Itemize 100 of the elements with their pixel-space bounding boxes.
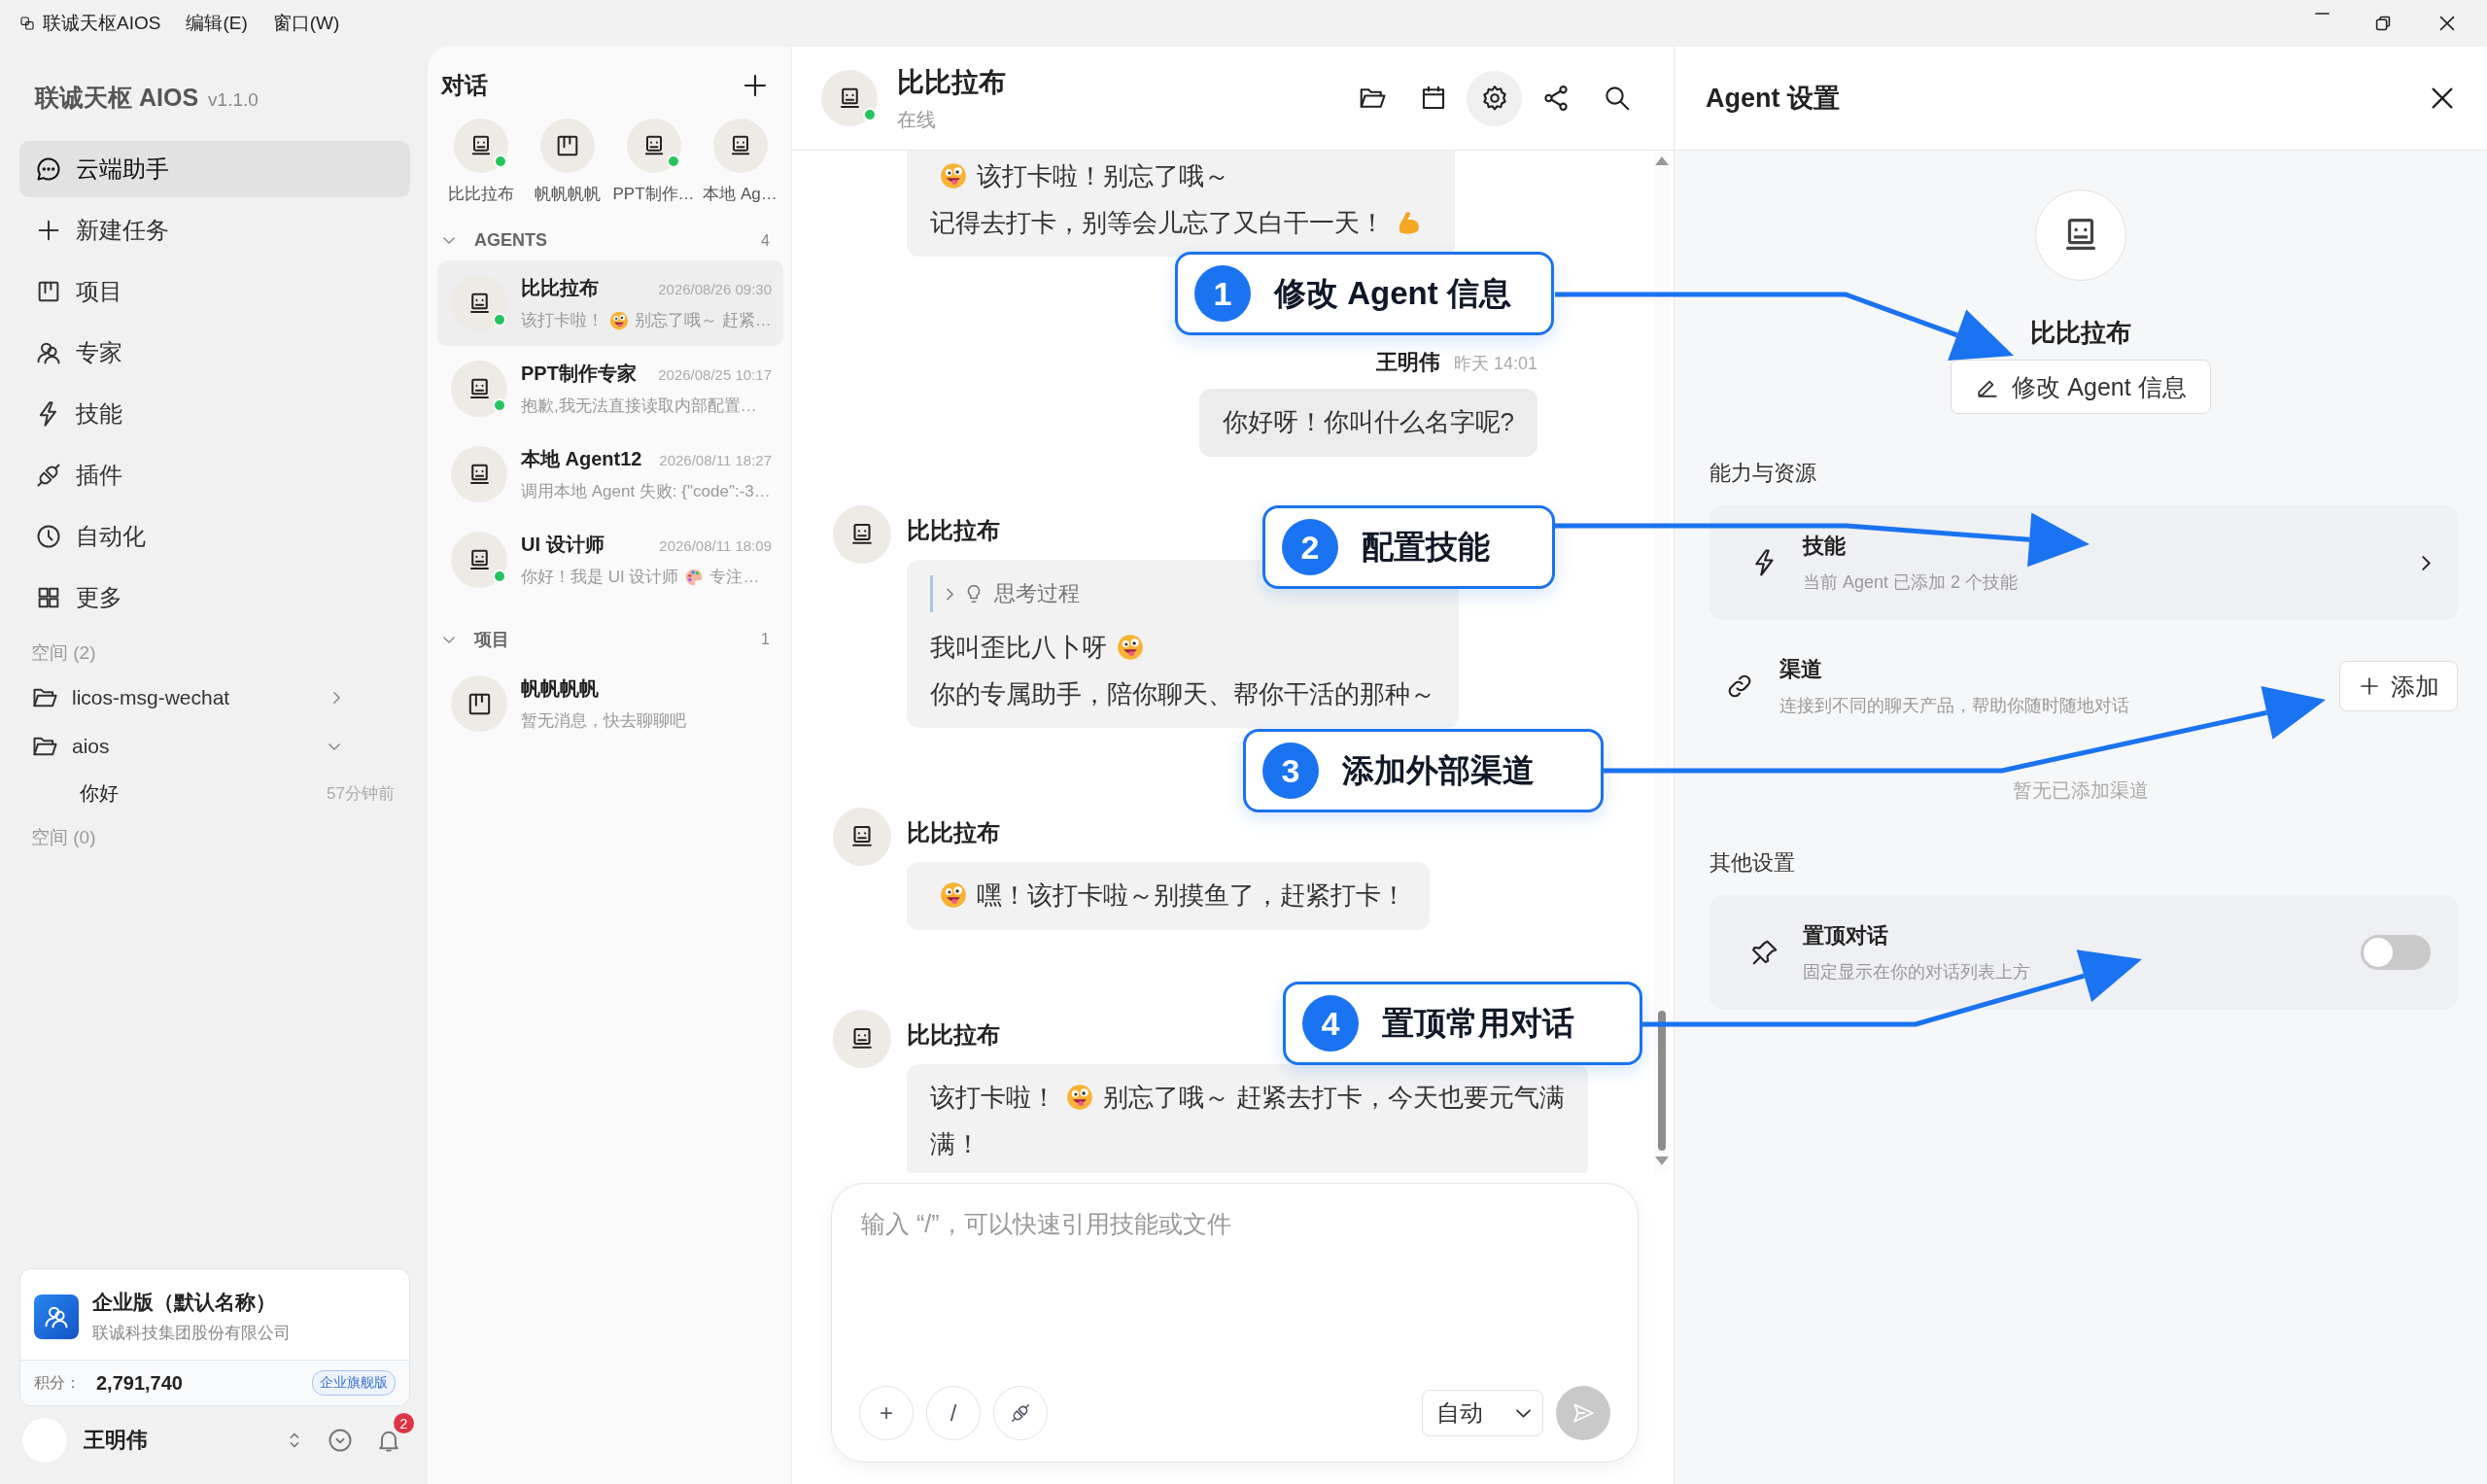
empty-message: 暂无已添加渠道: [2013, 778, 2149, 803]
plug-icon: [35, 462, 62, 489]
chat-icon: [35, 155, 62, 183]
nav-item[interactable]: 项目: [19, 263, 410, 320]
chat-title: 比比拉布: [897, 65, 1007, 99]
plan-tag: 企业旗舰版: [312, 1370, 396, 1396]
conversation-item[interactable]: 本地 Agent12 2026/08/11 18:27 调用本地 Agent 失败: {"code":-3…: [437, 431, 783, 517]
card-description: 连接到不同的聊天产品，帮助你随时随地对话: [1779, 695, 2130, 717]
step-badge: 2: [1282, 519, 1338, 575]
clock-icon: [35, 523, 62, 550]
folder-item[interactable]: aios: [19, 722, 410, 771]
nav-item[interactable]: 新建任务: [19, 202, 410, 259]
message-input[interactable]: 输入 “/”，可以快速引用技能或文件 + / 自动: [831, 1183, 1639, 1463]
card-title: 置顶对话: [1803, 922, 1889, 949]
app-logo-icon: [19, 16, 35, 31]
palette-icon: [684, 567, 705, 587]
company-name: 联诚科技集团股份有限公司: [92, 1323, 291, 1344]
conversation-name: UI 设计师: [521, 533, 604, 557]
points-label: 积分：: [34, 1372, 81, 1393]
conversation-name: 本地 Agent12: [521, 447, 642, 471]
group-heading[interactable]: 项目: [474, 628, 509, 651]
input-tool-button[interactable]: +: [859, 1386, 914, 1440]
card-title: 技能: [1803, 533, 1847, 560]
conversation-item[interactable]: PPT制作专家 2026/08/25 10:17 抱歉,我无法直接读取内部配置…: [437, 346, 783, 431]
chevron-icon: [947, 587, 953, 601]
org-name: 企业版（默认名称）: [92, 1290, 277, 1315]
avatar-label[interactable]: PPT制作…: [612, 183, 695, 205]
user-name: 王明伟: [84, 1427, 149, 1454]
callout-label: 添加外部渠道: [1342, 750, 1535, 790]
avatar-label[interactable]: 本地 Ag…: [703, 183, 777, 205]
message-text: 别忘了哦～ 赶紧去打卡，今天也要元气满: [1103, 1083, 1566, 1113]
folder-item[interactable]: licos-msg-wechat: [19, 673, 410, 722]
plug-icon: [1010, 1402, 1031, 1424]
card-description: 当前 Agent 已添加 2 个技能: [1803, 571, 2020, 594]
conversation-item[interactable]: UI 设计师 2026/08/11 18:09 你好！我是 UI 设计师 专注…: [437, 517, 783, 603]
pin-icon: [1750, 938, 1779, 967]
plus-icon: [2358, 674, 2381, 698]
card-description: 固定显示在你的对话列表上方: [1803, 961, 2031, 984]
message-text: 记得去打卡，别等会儿忘了又白干一天！: [930, 207, 1385, 237]
message-text: 嘿！该打卡啦～别摸鱼了，赶紧打卡！: [977, 880, 1406, 911]
menu-item[interactable]: 窗口(W): [272, 11, 340, 36]
conversation-name: 帆帆帆帆: [521, 676, 599, 701]
plugin-button[interactable]: [993, 1386, 1048, 1440]
message-preview: 该打卡啦！: [521, 310, 604, 331]
nav-item[interactable]: 更多: [19, 569, 410, 626]
scrollbar[interactable]: [1654, 151, 1670, 1173]
nav-item[interactable]: 自动化: [19, 508, 410, 565]
app-menu[interactable]: 联诚天枢AIOS: [19, 11, 161, 36]
message-text: 满！: [930, 1128, 981, 1158]
panel-title: 对话: [441, 71, 488, 100]
section-heading: 能力与资源: [1709, 460, 1817, 487]
message-preview: 别忘了哦～ 赶紧…: [635, 310, 772, 331]
thinking-toggle[interactable]: 思考过程: [930, 575, 1093, 613]
sender-name: 比比拉布: [907, 818, 1000, 848]
nav-item[interactable]: 插件: [19, 447, 410, 503]
avatar-label[interactable]: 帆帆帆帆: [534, 183, 601, 205]
face-emoji-icon: [1066, 1084, 1093, 1112]
avatar-label[interactable]: 比比拉布: [447, 183, 514, 205]
add-button[interactable]: 添加: [2339, 661, 2458, 711]
conversation-item[interactable]: 比比拉布 2026/08/26 09:30 该打卡啦！ 别忘了哦～ 赶紧…: [437, 260, 783, 346]
mode-dropdown[interactable]: 自动: [1422, 1390, 1543, 1436]
session-item[interactable]: 你好 57分钟前: [19, 771, 410, 815]
card-title: 渠道: [1779, 656, 1823, 683]
minimize-icon: [2315, 13, 2330, 15]
message-preview: 调用本地 Agent 失败: {"code":-3…: [521, 481, 771, 502]
chevron-icon: [328, 742, 340, 750]
input-tool-button[interactable]: /: [926, 1386, 981, 1440]
skills-card[interactable]: 技能 当前 Agent 已添加 2 个技能: [1710, 505, 2458, 620]
nav-item[interactable]: 云端助手: [19, 141, 410, 197]
group-count: 1: [761, 631, 770, 648]
send-icon: [1571, 1400, 1596, 1426]
conversation-time: 2026/08/25 10:17: [658, 366, 772, 383]
callout-label: 修改 Agent 信息: [1274, 273, 1511, 313]
chevron-icon: [2422, 555, 2431, 570]
notification-badge: 2: [394, 1413, 414, 1433]
toggle-switch[interactable]: [2361, 935, 2431, 970]
conversation-item[interactable]: 帆帆帆帆 暂无消息，快去聊聊吧: [437, 661, 783, 746]
group-count: 4: [761, 231, 770, 250]
callout-label: 配置技能: [1362, 527, 1490, 567]
group-heading[interactable]: AGENTS: [474, 230, 547, 251]
agent-name: 比比拉布: [2030, 317, 2131, 349]
message-preview: 你好！我是 UI 设计师: [521, 567, 679, 588]
chevron-circle-icon: [327, 1427, 354, 1454]
nav-item[interactable]: 技能: [19, 386, 410, 442]
version-label: v1.1.0: [208, 89, 259, 111]
message-preview: 抱歉,我无法直接读取内部配置…: [521, 396, 757, 417]
callout-label: 置顶常用对话: [1382, 1003, 1574, 1043]
message-preview: 暂无消息，快去聊聊吧: [521, 710, 686, 732]
face-emoji-icon: [609, 310, 629, 330]
message-text: 该打卡啦！: [930, 1083, 1056, 1113]
menu-item[interactable]: 编辑(E): [186, 11, 248, 36]
edit-button[interactable]: 修改 Agent 信息: [1951, 360, 2211, 414]
chevron-icon: [1516, 1408, 1531, 1418]
chat-status: 在线: [897, 107, 937, 132]
section-heading: 空间 (2): [30, 641, 97, 665]
step-badge: 1: [1194, 265, 1251, 322]
org-card[interactable]: 企业版（默认名称） 联诚科技集团股份有限公司 积分： 2,791,740 企业旗舰版: [19, 1268, 410, 1406]
message-time: 昨天 14:01: [1453, 353, 1537, 376]
face-emoji-icon: [940, 881, 967, 910]
nav-item[interactable]: 专家: [19, 325, 410, 381]
